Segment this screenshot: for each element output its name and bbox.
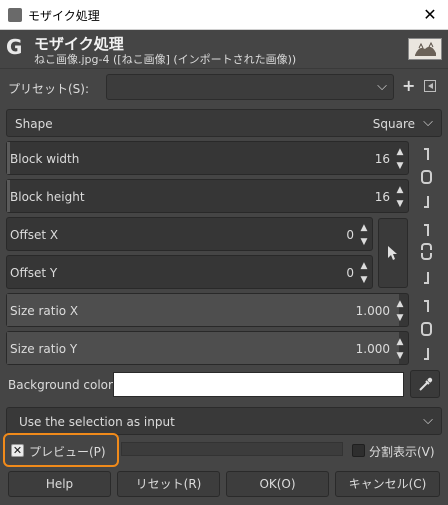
gimp-logo-icon: G [6,35,23,59]
presets-label: プリセット(S): [8,82,90,96]
size-ratio-y-label: Size ratio Y [10,342,78,356]
decrement-arrow-icon[interactable]: ▼ [395,198,405,210]
increment-arrow-icon[interactable]: ▲ [395,336,405,348]
dialog-subtitle: ねこ画像.jpg-4 ([ねこ画像] (インポートされた画像)) [34,53,297,66]
image-thumbnail [408,38,442,60]
add-preset-icon[interactable]: + [402,76,415,95]
increment-arrow-icon[interactable]: ▲ [359,260,369,272]
window-title: モザイク処理 [28,9,100,23]
block-height-spinscale[interactable]: Block height 16 ▲ ▼ [6,179,409,213]
window-titlebar: モザイク処理 ✕ [0,0,448,30]
offset-x-value: 0 [346,228,354,242]
preview-checkbox[interactable]: ✕ [11,444,24,457]
offset-y-label: Offset Y [10,266,58,280]
eyedropper-icon [419,377,433,391]
size-ratio-x-label: Size ratio X [10,304,79,318]
size-ratio-y-spinscale[interactable]: Size ratio Y 1.000 ▲ ▼ [6,331,409,365]
presets-combo[interactable]: ⌵ [106,74,394,100]
decrement-arrow-icon[interactable]: ▼ [395,160,405,172]
chain-link-icon[interactable] [420,300,434,362]
reset-button[interactable]: リセット(R) [117,471,220,497]
decrement-arrow-icon[interactable]: ▼ [359,236,369,248]
shape-value: Square [372,117,415,131]
block-width-spinscale[interactable]: Block width 16 ▲ ▼ [6,141,409,175]
chevron-down-icon: ⌵ [377,79,387,94]
preview-label[interactable]: プレビュー(P) [29,443,106,460]
preset-menu-icon[interactable] [424,80,436,92]
decrement-arrow-icon[interactable]: ▼ [359,274,369,286]
chain-link-icon[interactable] [420,148,434,210]
input-source-combo[interactable]: Use the selection as input ⌵ [6,407,442,435]
increment-arrow-icon[interactable]: ▲ [395,298,405,310]
size-ratio-y-value: 1.000 [355,342,390,356]
input-source-value: Use the selection as input [19,415,175,429]
offset-x-label: Offset X [10,228,59,242]
offset-x-spinscale[interactable]: Offset X 0 ▲ ▼ [6,217,373,251]
gimp-app-icon [8,8,22,22]
color-picker-button[interactable] [410,370,440,398]
increment-arrow-icon[interactable]: ▲ [395,146,405,158]
cancel-button[interactable]: キャンセル(C) [335,471,440,497]
chevron-down-icon: ⌵ [423,115,433,130]
block-height-value: 16 [374,190,390,204]
offset-y-value: 0 [346,266,354,280]
help-button[interactable]: Help [8,471,111,497]
size-ratio-x-value: 1.000 [355,304,390,318]
shape-label: Shape [15,117,53,131]
offset-y-spinscale[interactable]: Offset Y 0 ▲ ▼ [6,255,373,289]
split-view-label[interactable]: 分割表示(V) [369,443,435,460]
progress-bar [121,442,343,456]
header-separator [0,68,448,69]
pick-coordinates-button[interactable] [378,218,408,288]
decrement-arrow-icon[interactable]: ▼ [395,312,405,324]
block-width-value: 16 [374,152,390,166]
decrement-arrow-icon[interactable]: ▼ [395,350,405,362]
shape-combo[interactable]: Shape Square ⌵ [6,109,442,137]
increment-arrow-icon[interactable]: ▲ [395,184,405,196]
split-view-checkbox[interactable] [352,444,365,457]
increment-arrow-icon[interactable]: ▲ [359,222,369,234]
size-ratio-x-spinscale[interactable]: Size ratio X 1.000 ▲ ▼ [6,293,409,327]
block-width-label: Block width [10,152,80,166]
block-height-label: Block height [10,190,85,204]
background-color-button[interactable] [113,372,404,397]
ok-button[interactable]: OK(O) [226,471,329,497]
close-icon[interactable]: ✕ [418,3,442,27]
pointer-icon [388,246,397,260]
background-color-label: Background color [8,378,113,392]
chevron-down-icon: ⌵ [423,413,433,428]
chain-unlinked-icon[interactable] [420,224,434,286]
